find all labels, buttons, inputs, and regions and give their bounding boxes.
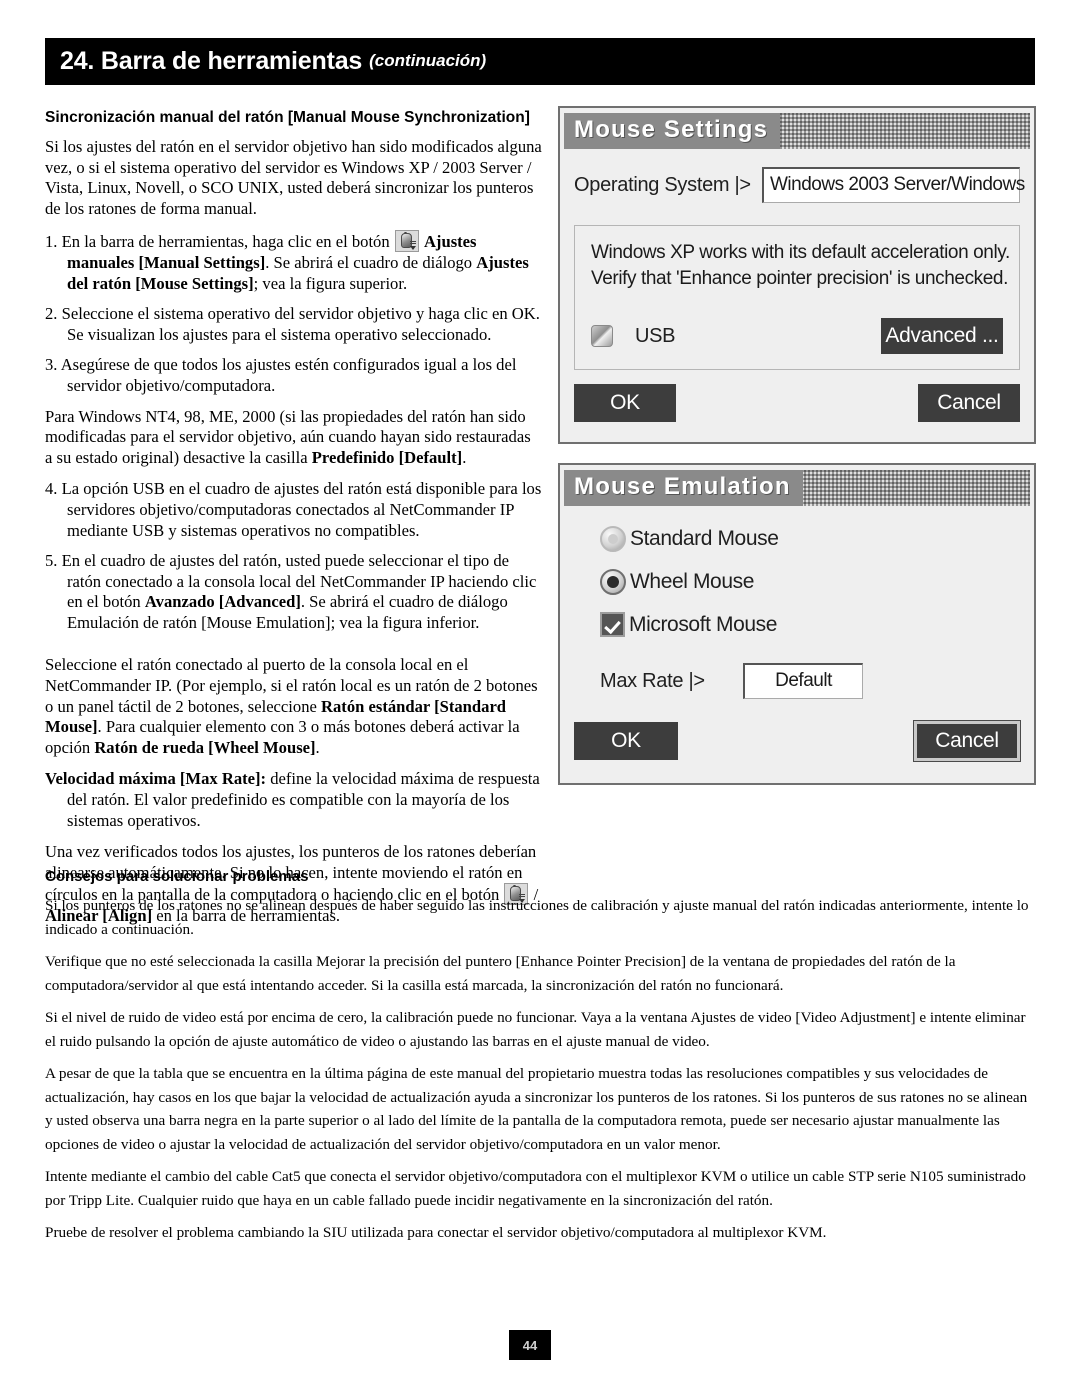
select-bold-2: Ratón de rueda [Wheel Mouse]	[94, 737, 316, 757]
mouse-settings-ok-button[interactable]: OK	[574, 384, 676, 422]
mouse-settings-dialog: Mouse Settings Operating System |> Windo…	[558, 106, 1036, 444]
troubleshooting-heading: Consejos para solucionar problemas	[45, 868, 309, 885]
page-title: 24. Barra de herramientas	[60, 47, 363, 75]
left-text-column: Sincronización manual del ratón [Manual …	[45, 108, 542, 938]
step-item-2: 2. Seleccione el sistema operativo del s…	[45, 304, 542, 345]
mouse-emulation-titlebar: Mouse Emulation	[564, 470, 1030, 506]
operating-system-label: Operating System |>	[574, 173, 751, 196]
wheel-mouse-radio[interactable]	[600, 569, 626, 595]
advanced-button[interactable]: Advanced ...	[881, 318, 1003, 354]
wheel-mouse-label: Wheel Mouse	[630, 570, 754, 593]
step-2-text: Seleccione el sistema operativo del serv…	[61, 304, 540, 344]
step-item-1: 1. En la barra de herramientas, haga cli…	[45, 230, 542, 294]
max-rate-bold: Velocidad máxima [Max Rate]:	[45, 769, 267, 789]
mouse-settings-cancel-button[interactable]: Cancel	[918, 384, 1020, 422]
step-3-number: 3.	[45, 355, 58, 375]
mouse-settings-titlebar: Mouse Settings	[564, 113, 1030, 149]
intro-paragraph: Si los ajustes del ratón en el servidor …	[45, 137, 542, 218]
page-title-continuation: (continuación)	[369, 50, 487, 70]
step-item-5: 5. En el cuadro de ajustes del ratón, us…	[45, 551, 542, 633]
mouse-emulation-body: Standard Mouse Wheel Mouse Microsoft Mou…	[560, 526, 1034, 762]
step-1-mid: . Se abrirá el cuadro de diálogo	[265, 252, 477, 272]
max-rate-select[interactable]: Default	[743, 663, 863, 699]
standard-mouse-option[interactable]: Standard Mouse	[600, 526, 1020, 552]
mouse-settings-info-group: Windows XP works with its default accele…	[574, 225, 1020, 370]
nt4-paragraph: Para Windows NT4, 98, ME, 2000 (si las p…	[45, 407, 542, 469]
mouse-settings-body: Operating System |> Windows 2003 Server/…	[560, 167, 1034, 422]
step-item-3: 3. Asegúrese de que todos los ajustes es…	[45, 355, 542, 396]
step-5-bold: Avanzado [Advanced]	[144, 592, 301, 612]
mouse-emulation-ok-button[interactable]: OK	[574, 722, 678, 760]
step-1-pre: En la barra de herramientas, haga clic e…	[61, 232, 394, 252]
troubleshooting-paragraph-5: Intente mediante el cambio del cable Cat…	[45, 1168, 1026, 1209]
select-mouse-paragraph: Seleccione el ratón conectado al puerto …	[45, 655, 542, 758]
page-header-banner: 24. Barra de herramientas (continuación)	[45, 38, 1035, 85]
standard-mouse-radio[interactable]	[600, 526, 626, 552]
page-number-badge: 44	[509, 1330, 551, 1360]
step-1-post: ; vea la figura superior.	[253, 273, 408, 293]
standard-mouse-label: Standard Mouse	[630, 527, 779, 550]
microsoft-mouse-label: Microsoft Mouse	[629, 612, 778, 636]
step-2-number: 2.	[45, 304, 58, 324]
operating-system-select[interactable]: Windows 2003 Server/Windows	[762, 167, 1025, 203]
select-post: .	[315, 737, 320, 757]
troubleshooting-paragraph-4: A pesar de que la tabla que se encuentra…	[45, 1065, 1028, 1153]
chevron-down-icon	[409, 246, 416, 251]
step-4-text: La opción USB en el cuadro de ajustes de…	[61, 479, 542, 540]
microsoft-mouse-option[interactable]: Microsoft Mouse	[600, 612, 1020, 637]
dropdown-bars-glyph	[409, 241, 416, 246]
step-item-4: 4. La opción USB en el cuadro de ajustes…	[45, 479, 542, 541]
mouse-emulation-cancel-button[interactable]: Cancel	[913, 720, 1021, 762]
usb-icon	[591, 325, 613, 347]
troubleshooting-paragraph-6: Pruebe de resolver el problema cambiando…	[45, 1224, 827, 1241]
nt4-post: .	[462, 447, 467, 467]
troubleshooting-paragraph-1: Si los punteros de los ratones no se ali…	[45, 897, 1029, 938]
nt4-bold: Predefinido [Default]	[311, 447, 463, 467]
step-3-text: Asegúrese de que todos los ajustes estén…	[60, 355, 517, 395]
step-4-number: 4.	[45, 479, 58, 499]
troubleshooting-paragraph-2: Verifique que no esté seleccionada la ca…	[45, 953, 956, 994]
step-5-number: 5.	[45, 551, 58, 571]
manual-settings-toolbar-icon[interactable]	[394, 230, 419, 253]
info-line-1: Windows XP works with its default accele…	[591, 242, 1010, 263]
info-line-2: Verify that 'Enhance pointer precision' …	[591, 268, 1008, 289]
microsoft-mouse-checkbox[interactable]	[600, 612, 625, 637]
troubleshooting-paragraph-3: Si el nivel de ruido de video está por e…	[45, 1009, 1026, 1050]
troubleshooting-section: Consejos para solucionar problemas Si lo…	[45, 868, 1035, 1254]
mouse-emulation-title: Mouse Emulation	[564, 470, 803, 506]
step-1-number: 1.	[45, 232, 58, 252]
mouse-emulation-dialog: Mouse Emulation Standard Mouse Wheel Mou…	[558, 463, 1036, 785]
max-rate-paragraph: Velocidad máxima [Max Rate]: define la v…	[45, 769, 542, 831]
usb-label: USB	[635, 324, 676, 347]
mouse-settings-title: Mouse Settings	[564, 113, 781, 149]
section-heading: Sincronización manual del ratón [Manual …	[45, 109, 530, 126]
max-rate-label: Max Rate |>	[600, 669, 705, 692]
wheel-mouse-option[interactable]: Wheel Mouse	[600, 569, 1020, 595]
